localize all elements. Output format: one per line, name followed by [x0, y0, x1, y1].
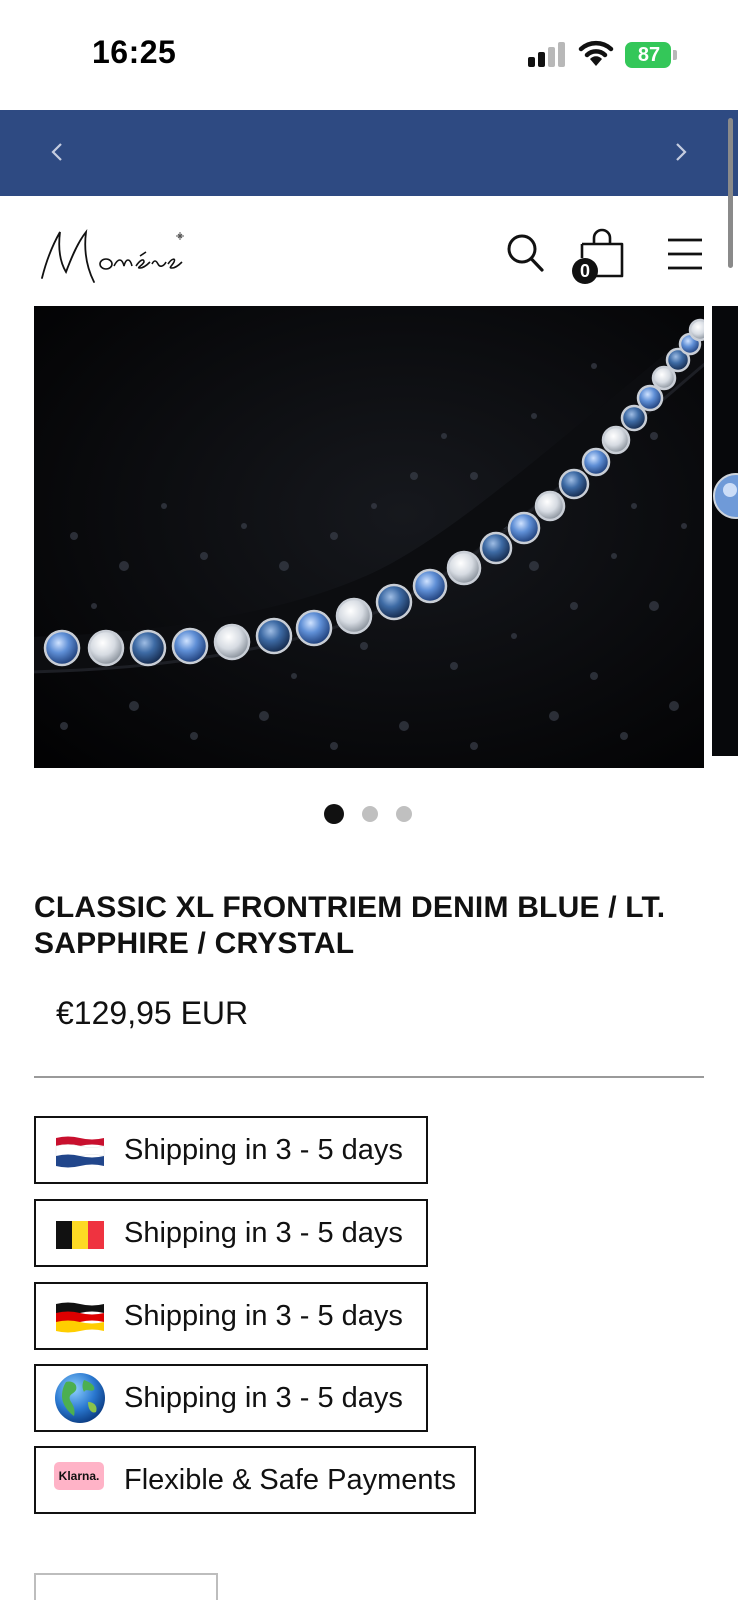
chevron-left-icon[interactable] [42, 132, 72, 172]
badge-label: Flexible & Safe Payments [124, 1464, 457, 1496]
signal-icon [528, 42, 568, 67]
germany-flag-icon [56, 1302, 104, 1333]
hamburger-menu-icon[interactable] [666, 236, 704, 272]
badge-label: Shipping in 3 - 5 days [124, 1300, 403, 1332]
status-time: 16:25 [92, 34, 177, 70]
wifi-icon [578, 40, 614, 66]
cart-count-badge[interactable]: 0 [572, 258, 598, 284]
divider [34, 1076, 704, 1078]
next-product-image-peek[interactable] [712, 306, 738, 756]
status-bar: 16:25 87 [0, 0, 738, 110]
klarna-icon: Klarna. [54, 1462, 104, 1490]
payment-badge-klarna: Klarna. Flexible & Safe Payments [34, 1446, 476, 1514]
gallery-dot-2[interactable] [362, 806, 378, 822]
product-title: CLASSIC XL FRONTRIEM DENIM BLUE / LT. SA… [34, 891, 666, 960]
announcement-bar [0, 110, 738, 196]
badge-label: Shipping in 3 - 5 days [124, 1382, 403, 1414]
chevron-right-icon[interactable] [666, 132, 696, 172]
shipping-badge-nl: Shipping in 3 - 5 days [34, 1116, 428, 1184]
belgium-flag-icon [56, 1221, 104, 1249]
battery-level: 87 [637, 44, 661, 66]
product-price: €129,95 EUR [56, 995, 249, 1031]
gallery-pagination [324, 803, 424, 825]
search-icon[interactable] [505, 232, 545, 274]
globe-icon [55, 1373, 105, 1423]
shipping-badge-world: Shipping in 3 - 5 days [34, 1364, 428, 1432]
badge-label: Shipping in 3 - 5 days [124, 1134, 403, 1166]
page-scrollbar[interactable] [728, 118, 733, 268]
netherlands-flag-icon [55, 1136, 105, 1168]
brand-logo[interactable] [36, 222, 196, 288]
gallery-dot-3[interactable] [396, 806, 412, 822]
shipping-badge-be: Shipping in 3 - 5 days [34, 1199, 428, 1267]
quantity-selector[interactable] [34, 1573, 218, 1600]
gallery-dot-1[interactable] [324, 804, 344, 824]
shipping-badge-de: Shipping in 3 - 5 days [34, 1282, 428, 1350]
battery-charging-icon: 87 [625, 42, 677, 68]
product-image-art [34, 306, 704, 768]
next-image-art [712, 306, 738, 756]
badge-label: Shipping in 3 - 5 days [124, 1217, 403, 1249]
product-image[interactable] [34, 306, 704, 768]
